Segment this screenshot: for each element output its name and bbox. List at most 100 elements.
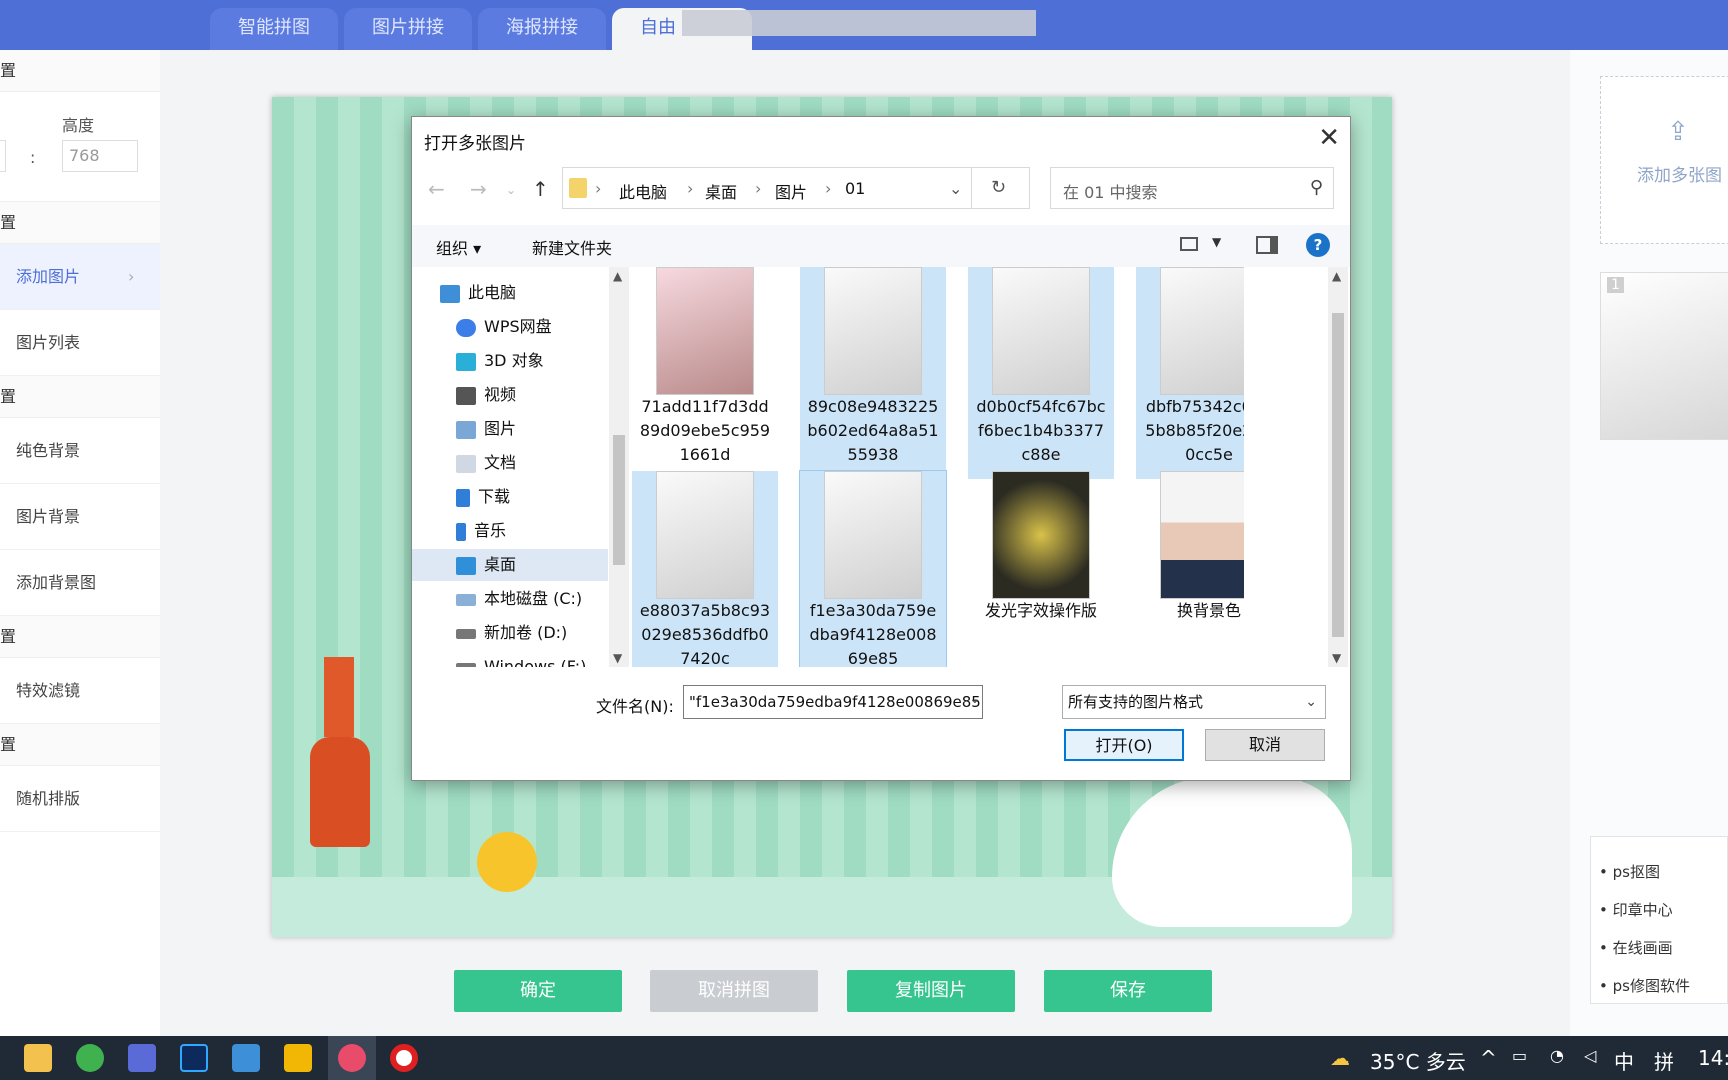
view-mode-icon[interactable] (1180, 237, 1198, 251)
taskbar: ☁ 35°C 多云 ^ ▭ ◔ ◁ 中 拼 14:5 (0, 1036, 1728, 1080)
width-input[interactable] (0, 140, 6, 172)
file-tile[interactable]: e88037a5b8c93029e8536ddfb07420c (632, 471, 778, 667)
cloud-icon (456, 318, 476, 337)
organize-menu[interactable]: 组织 ▾ (436, 235, 481, 259)
up-icon[interactable]: ↑ (532, 177, 549, 201)
file-explorer-icon[interactable] (24, 1044, 52, 1072)
close-icon[interactable]: ✕ (1318, 123, 1340, 153)
forward-icon[interactable]: → (470, 177, 487, 201)
browser-icon[interactable] (76, 1044, 104, 1072)
file-tile[interactable]: 71add11f7d3dd89d09ebe5c9591661d (632, 267, 778, 479)
collage-app-icon[interactable] (338, 1044, 366, 1072)
app-window: 智能拼图 图片拼接 海报拼接 自由 置 高度 : 768 置 添加图片 › 图片列… (0, 0, 1728, 1080)
save-button[interactable]: 保存 (1044, 970, 1212, 1012)
tree-item-videos[interactable]: 视频 (456, 379, 608, 411)
tree-item-desktop[interactable]: 桌面 (412, 549, 608, 581)
crumb-separator-icon: › (825, 179, 832, 198)
preview-pane-icon[interactable] (1256, 236, 1278, 254)
link-ps-editor[interactable]: • ps修图软件 (1599, 975, 1690, 996)
upload-label: 添加多张图 (1637, 166, 1722, 186)
confirm-button[interactable]: 确定 (454, 970, 622, 1012)
file-tile[interactable]: f1e3a30da759edba9f4128e00869e85 (799, 470, 947, 667)
tree-item-music[interactable]: 音乐 (456, 515, 608, 547)
link-seal-center[interactable]: • 印章中心 (1599, 899, 1673, 920)
back-icon[interactable]: ← (428, 177, 445, 201)
file-name: 发光字效操作版 (984, 601, 1097, 620)
upload-area[interactable]: ⇪ 添加多张图 (1600, 76, 1728, 244)
chevron-down-icon[interactable]: ⌄ (949, 179, 962, 198)
sidebar-item-image-bg[interactable]: 图片背景 (0, 484, 160, 550)
tree-item-3d-objects[interactable]: 3D 对象 (456, 345, 608, 377)
open-button[interactable]: 打开(O) (1064, 729, 1184, 761)
scroll-down-icon[interactable]: ▼ (1332, 651, 1341, 665)
app-icon[interactable] (232, 1044, 260, 1072)
filename-label: 文件名(N): (596, 697, 674, 716)
height-input[interactable]: 768 (62, 140, 138, 172)
sidebar-item-add-image[interactable]: 添加图片 › (0, 244, 160, 310)
canvas-dimensions: 高度 : 768 (0, 92, 160, 202)
file-tile[interactable]: 换背景色 (1136, 471, 1244, 667)
filetype-select[interactable]: 所有支持的图片格式 ⌄ (1062, 685, 1326, 719)
clock[interactable]: 14:5 (1698, 1046, 1728, 1070)
cancel-collage-button[interactable]: 取消拼图 (650, 970, 818, 1012)
help-icon[interactable]: ? (1306, 233, 1330, 257)
tool-links-list: • ps抠图 • 印章中心 • 在线画画 • ps修图软件 (1590, 836, 1728, 1004)
crumb-pictures[interactable]: 图片 (775, 179, 807, 203)
app-icon[interactable] (284, 1044, 312, 1072)
new-folder-button[interactable]: 新建文件夹 (532, 235, 612, 259)
sidebar-item-random-layout[interactable]: 随机排版 (0, 766, 160, 832)
file-tile[interactable]: 发光字效操作版 (968, 471, 1114, 667)
computer-icon (440, 284, 460, 303)
section-head: 置 (0, 616, 160, 658)
wifi-icon[interactable]: ◔ (1550, 1046, 1564, 1065)
section-head: 置 (0, 376, 160, 418)
chevron-down-icon: ⌄ (1305, 694, 1317, 710)
tree-item-local-disk-c[interactable]: 本地磁盘 (C:) (456, 583, 608, 615)
tree-item-new-volume-d[interactable]: 新加卷 (D:) (456, 617, 608, 649)
sidebar-item-solid-bg[interactable]: 纯色背景 (0, 418, 160, 484)
view-dropdown-icon[interactable]: ▼ (1212, 235, 1221, 249)
file-tile[interactable]: dbfb75342c0185b8b85f20e2b40cc5e (1136, 267, 1244, 479)
tree-item-pictures[interactable]: 图片 (456, 413, 608, 445)
tree-item-this-pc[interactable]: 此电脑 (440, 277, 604, 309)
sidebar-item-add-bg-image[interactable]: 添加背景图 (0, 550, 160, 616)
tray-expand-icon[interactable]: ^ (1480, 1046, 1497, 1070)
copy-image-button[interactable]: 复制图片 (847, 970, 1015, 1012)
address-bar[interactable]: › 此电脑 › 桌面 › 图片 › 01 ⌄ ↻ (562, 167, 1030, 209)
filename-dropdown-icon[interactable]: ⌄ (969, 691, 981, 707)
crumb-this-pc[interactable]: 此电脑 (619, 179, 667, 203)
sidebar-item-effects[interactable]: 特效滤镜 (0, 658, 160, 724)
link-online-draw[interactable]: • 在线画画 (1599, 937, 1673, 958)
app-icon[interactable] (128, 1044, 156, 1072)
tree-item-downloads[interactable]: 下载 (456, 481, 608, 513)
cancel-button[interactable]: 取消 (1205, 729, 1325, 761)
filename-input[interactable]: "f1e3a30da759edba9f4128e00869e85" " (683, 685, 983, 719)
grid-scrollbar[interactable]: ▲ ▼ (1328, 267, 1348, 667)
photoshop-icon[interactable] (180, 1044, 208, 1072)
file-tile[interactable]: 89c08e9483225b602ed64a8a5155938 (800, 267, 946, 479)
link-ps-cutout[interactable]: • ps抠图 (1599, 861, 1660, 882)
tab-image-stitch[interactable]: 图片拼接 (344, 8, 472, 50)
scroll-up-icon[interactable]: ▲ (1332, 269, 1341, 283)
ime-mode[interactable]: 拼 (1654, 1046, 1674, 1075)
weather-text[interactable]: 35°C 多云 (1370, 1046, 1466, 1075)
file-tile[interactable]: d0b0cf54fc67bcf6bec1b4b3377c88e (968, 267, 1114, 479)
crumb-desktop[interactable]: 桌面 (705, 179, 737, 203)
recent-dropdown-icon[interactable]: ⌄ (506, 183, 516, 197)
tab-smart-collage[interactable]: 智能拼图 (210, 8, 338, 50)
tree-item-windows-f[interactable]: Windows (F:) (456, 651, 608, 667)
ime-indicator[interactable]: 中 (1614, 1046, 1634, 1075)
image-thumbnail[interactable]: 1 (1600, 272, 1728, 440)
crumb-01[interactable]: 01 (845, 179, 865, 198)
scroll-thumb[interactable] (1332, 313, 1344, 637)
tab-poster-stitch[interactable]: 海报拼接 (478, 8, 606, 50)
tree-item-documents[interactable]: 文档 (456, 447, 608, 479)
record-icon[interactable] (390, 1044, 418, 1072)
search-input[interactable]: 在 01 中搜索 ⚲ (1050, 167, 1334, 209)
refresh-icon[interactable]: ↻ (991, 177, 1006, 198)
blurred-region (682, 10, 1036, 36)
sidebar-item-image-list[interactable]: 图片列表 (0, 310, 160, 376)
volume-icon[interactable]: ◁ (1584, 1046, 1596, 1065)
tree-item-wps-drive[interactable]: WPS网盘 (456, 311, 608, 343)
battery-icon[interactable]: ▭ (1512, 1046, 1527, 1065)
